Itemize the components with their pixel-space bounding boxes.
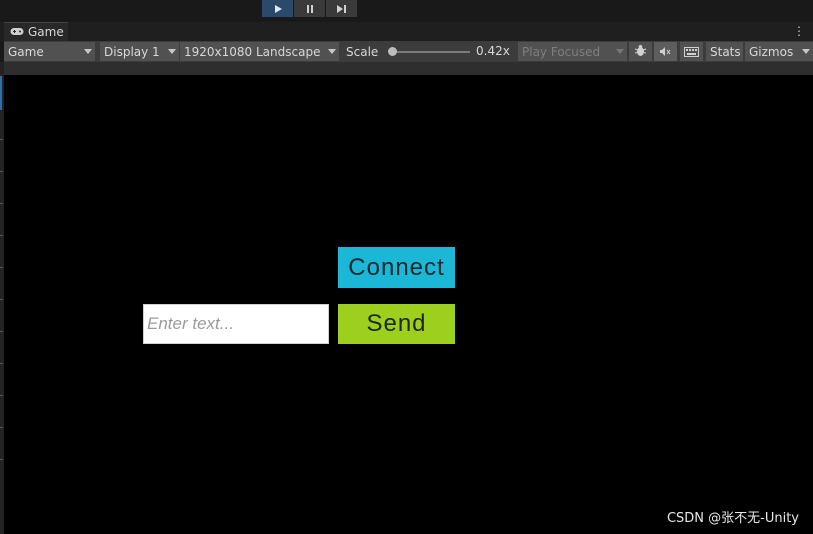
divider xyxy=(0,459,3,460)
chevron-down-icon xyxy=(616,49,624,54)
play-controls xyxy=(262,0,357,17)
audio-mute-icon xyxy=(659,42,672,61)
pause-button[interactable] xyxy=(294,0,325,17)
resolution-label: 1920x1080 Landscape xyxy=(184,44,321,59)
scale-value: 0.42x xyxy=(476,44,510,58)
chevron-down-icon xyxy=(328,49,336,54)
divider xyxy=(0,235,3,236)
play-mode-bar xyxy=(0,0,813,18)
play-mode-dropdown[interactable]: Play Focused xyxy=(518,42,627,61)
chevron-down-icon xyxy=(168,49,176,54)
watermark: CSDN @张不无-Unity xyxy=(666,511,799,526)
more-options-icon[interactable]: ⋮ xyxy=(793,25,805,37)
send-button[interactable]: Send xyxy=(338,304,455,344)
resolution-dropdown[interactable]: 1920x1080 Landscape xyxy=(180,42,339,61)
debug-toggle[interactable] xyxy=(629,42,652,61)
gizmos-button[interactable]: Gizmos xyxy=(745,42,813,61)
divider xyxy=(0,427,3,428)
chevron-down-icon xyxy=(84,49,92,54)
display-label: Display 1 xyxy=(104,44,160,59)
stats-label: Stats xyxy=(710,44,741,59)
divider xyxy=(0,171,3,172)
gamepad-icon xyxy=(10,25,24,39)
tab-game-label: Game xyxy=(28,25,64,39)
gizmos-label: Gizmos xyxy=(749,44,794,59)
mute-audio-toggle[interactable] xyxy=(654,42,677,61)
selection-indicator xyxy=(0,76,2,110)
unity-editor: Game ⋮ Game Display 1 1920x1080 Landscap… xyxy=(0,0,813,534)
step-button[interactable] xyxy=(326,0,357,17)
bug-icon xyxy=(634,42,647,61)
tab-game[interactable]: Game xyxy=(4,22,68,41)
keyboard-icon xyxy=(684,42,699,61)
view-mode-dropdown[interactable]: Game xyxy=(4,42,95,61)
pause-icon xyxy=(305,0,315,18)
divider xyxy=(0,299,3,300)
tab-bar: Game ⋮ xyxy=(0,22,813,41)
divider xyxy=(0,395,3,396)
scale-control: Scale 0.42x xyxy=(342,42,516,61)
play-button[interactable] xyxy=(262,0,293,17)
view-mode-label: Game xyxy=(8,44,44,59)
divider xyxy=(0,203,3,204)
game-view[interactable]: Connect Send xyxy=(4,75,813,534)
toolbar-divider xyxy=(4,62,813,75)
chevron-down-icon[interactable] xyxy=(802,49,810,54)
step-icon xyxy=(336,0,347,18)
divider xyxy=(0,139,3,140)
display-dropdown[interactable]: Display 1 xyxy=(100,42,179,61)
game-toolbar: Game Display 1 1920x1080 Landscape Scale… xyxy=(4,41,813,62)
stats-button[interactable]: Stats xyxy=(706,42,743,61)
divider xyxy=(0,331,3,332)
play-mode-label: Play Focused xyxy=(522,44,601,59)
divider xyxy=(0,267,3,268)
connect-button[interactable]: Connect xyxy=(338,247,455,288)
divider xyxy=(0,363,3,364)
message-input[interactable] xyxy=(143,304,329,344)
play-icon xyxy=(273,0,283,18)
scale-slider-handle[interactable] xyxy=(387,47,397,56)
scale-slider-track[interactable] xyxy=(390,51,470,53)
keyboard-toggle[interactable] xyxy=(680,42,703,61)
scale-label: Scale xyxy=(346,44,379,59)
